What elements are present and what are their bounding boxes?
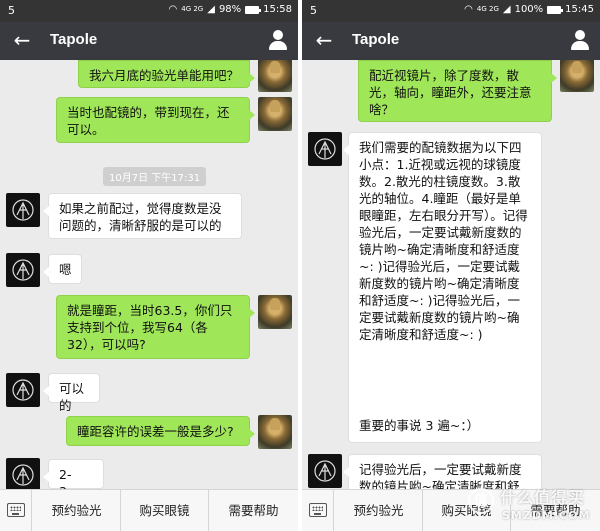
- message-tail-line: 重要的事说 3 遍~：）: [359, 418, 480, 433]
- incoming-message[interactable]: 可以的: [43, 373, 100, 413]
- outgoing-message[interactable]: 配近视镜片，除了度数，散光，轴向，瞳距外，还要注意啥？: [358, 60, 557, 122]
- status-bar: 5 ◠ 4G 2G ◢ 100% 15:45: [302, 0, 600, 22]
- status-bar: 5 ◠ 4G 2G ◢ 98% 15:58: [0, 0, 298, 22]
- network-type: 4G 2G: [476, 5, 499, 13]
- incoming-message[interactable]: 2-3mm: [43, 459, 104, 489]
- outgoing-message[interactable]: 当时也配镜的，带到现在，还可以。: [56, 97, 255, 143]
- chat-header: ← Tapole: [302, 22, 600, 60]
- profile-icon[interactable]: [268, 30, 288, 52]
- tapole-avatar[interactable]: [6, 458, 40, 489]
- message-body: 我们需要的配镜数据为以下四小点：1.近视或远视的球镜度数。2.散光的柱镜度数。3…: [359, 140, 528, 342]
- outgoing-message[interactable]: 我六月底的验光单能用吧？: [78, 60, 255, 88]
- outgoing-message[interactable]: 就是瞳距，当时63.5，你们只支持到个位，我写64（各32），可以吗?: [56, 295, 255, 359]
- service-menu-bar: 预约验光 购买眼镜 需要帮助: [0, 489, 298, 531]
- wifi-icon: ◠: [168, 4, 178, 15]
- back-arrow-icon[interactable]: ←: [10, 27, 34, 53]
- my-avatar[interactable]: [560, 60, 594, 92]
- battery-percent: 98%: [218, 4, 242, 15]
- smzdm-watermark: 值 什么值得买 SMZDM.COM: [466, 482, 600, 531]
- my-avatar[interactable]: [258, 295, 292, 329]
- my-avatar[interactable]: [258, 97, 292, 131]
- message-timestamp: 10月7日 下午17:31: [103, 167, 207, 186]
- tapole-avatar[interactable]: [308, 454, 342, 488]
- battery-icon: [245, 5, 262, 14]
- carrier-indicator: 5: [310, 4, 317, 17]
- right-phone-screen: 5 ◠ 4G 2G ◢ 100% 15:45 ← Tapole 配近视镜片，除了…: [302, 0, 600, 531]
- smzdm-logo-icon: 值: [468, 488, 494, 514]
- left-phone-screen: 5 ◠ 4G 2G ◢ 98% 15:58 ← Tapole 我六月底的验光单能…: [0, 0, 298, 531]
- clock: 15:58: [263, 4, 292, 15]
- signal-icon: ◢: [502, 4, 511, 15]
- chat-title: Tapole: [352, 31, 400, 48]
- menu-need-help[interactable]: 需要帮助: [209, 490, 298, 531]
- profile-icon[interactable]: [570, 30, 590, 52]
- menu-book-eye-test[interactable]: 预约验光: [33, 490, 121, 531]
- my-avatar[interactable]: [258, 60, 292, 92]
- carrier-indicator: 5: [8, 4, 15, 17]
- clock: 15:45: [565, 4, 594, 15]
- menu-buy-glasses[interactable]: 购买眼镜: [121, 490, 209, 531]
- keyboard-toggle-icon[interactable]: [0, 490, 32, 531]
- back-arrow-icon[interactable]: ←: [312, 27, 336, 53]
- tapole-avatar[interactable]: [308, 132, 342, 166]
- watermark-text: 什么值得买: [500, 488, 586, 507]
- incoming-message[interactable]: 嗯: [43, 254, 82, 284]
- outgoing-message[interactable]: 瞳距容许的误差一般是多少?: [66, 416, 255, 446]
- tapole-avatar[interactable]: [6, 373, 40, 407]
- watermark-subtext: SMZDM.COM: [502, 509, 591, 522]
- battery-percent: 100%: [514, 4, 544, 15]
- menu-book-eye-test[interactable]: 预约验光: [335, 490, 423, 531]
- chat-header: ← Tapole: [0, 22, 298, 60]
- wifi-icon: ◠: [464, 4, 473, 15]
- chat-title: Tapole: [50, 31, 98, 48]
- incoming-message[interactable]: 如果之前配过，觉得度数是没问题的，清晰舒服的是可以的: [43, 193, 242, 239]
- tapole-avatar[interactable]: [6, 253, 40, 287]
- battery-icon: [547, 5, 564, 14]
- keyboard-toggle-icon[interactable]: [302, 490, 334, 531]
- message-list[interactable]: 配近视镜片，除了度数，散光，轴向，瞳距外，还要注意啥？ 我们需要的配镜数据为以下…: [302, 60, 600, 489]
- signal-icon: ◢: [207, 4, 215, 15]
- incoming-message[interactable]: 我们需要的配镜数据为以下四小点：1.近视或远视的球镜度数。2.散光的柱镜度数。3…: [343, 132, 542, 443]
- network-type: 4G 2G: [181, 5, 204, 13]
- message-list[interactable]: 我六月底的验光单能用吧？ 当时也配镜的，带到现在，还可以。 10月7日 下午17…: [0, 60, 298, 489]
- tapole-avatar[interactable]: [6, 193, 40, 227]
- my-avatar[interactable]: [258, 415, 292, 449]
